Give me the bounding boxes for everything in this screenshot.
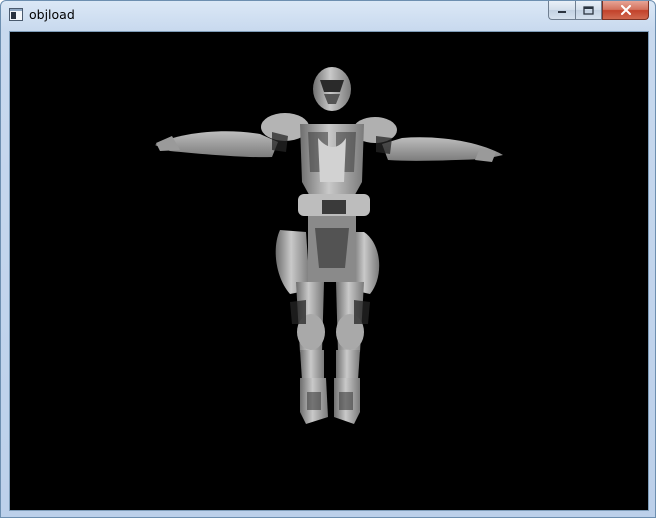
title-bar[interactable]: objload: [1, 1, 655, 31]
maximize-icon: [583, 5, 594, 15]
render-viewport[interactable]: [9, 31, 649, 511]
3d-model-render: [155, 67, 503, 424]
minimize-button[interactable]: [548, 1, 575, 20]
armored-figure: [155, 67, 503, 424]
close-button[interactable]: [602, 1, 649, 20]
window-title: objload: [29, 7, 75, 22]
caption-buttons: [548, 1, 649, 21]
minimize-icon: [558, 11, 566, 13]
close-icon: [620, 5, 631, 15]
app-window: objload: [0, 0, 656, 518]
console-window-icon: [9, 8, 23, 21]
maximize-button[interactable]: [575, 1, 602, 20]
